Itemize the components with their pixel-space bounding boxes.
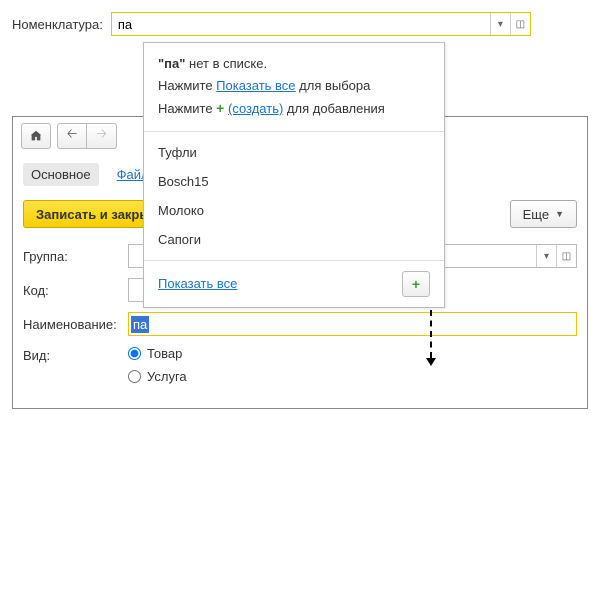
- kind-service-radio[interactable]: Услуга: [128, 369, 187, 384]
- show-all-link[interactable]: Показать все: [216, 78, 295, 93]
- kind-label: Вид:: [23, 346, 128, 363]
- chevron-down-icon: ▼: [555, 209, 564, 219]
- name-input[interactable]: па: [128, 312, 577, 336]
- nomenclature-field-row: Номенклатура: ▾ ◫: [12, 12, 588, 36]
- code-label: Код:: [23, 283, 128, 298]
- show-all-footer-link[interactable]: Показать все: [158, 276, 237, 291]
- dropdown-toggle-icon[interactable]: ▾: [490, 13, 510, 35]
- more-button[interactable]: Еще▼: [510, 200, 577, 228]
- open-dialog-icon[interactable]: ◫: [556, 245, 576, 267]
- name-label: Наименование:: [23, 317, 128, 332]
- list-item[interactable]: Туфли: [144, 138, 444, 167]
- list-item[interactable]: Сапоги: [144, 225, 444, 254]
- list-item[interactable]: Bosch15: [144, 167, 444, 196]
- group-label: Группа:: [23, 249, 128, 264]
- autocomplete-dropdown: "па" нет в списке. Нажмите Показать все …: [143, 42, 445, 308]
- dropdown-footer: Показать все +: [144, 260, 444, 307]
- kind-product-radio[interactable]: Товар: [128, 346, 187, 361]
- back-button[interactable]: 🡠: [57, 123, 87, 149]
- dropdown-list: Туфли Bosch15 Молоко Сапоги: [144, 132, 444, 260]
- home-icon: [29, 129, 43, 143]
- forward-button: 🡢: [87, 123, 117, 149]
- kind-radio-group: Товар Услуга: [128, 346, 187, 384]
- search-term: "па": [158, 56, 185, 71]
- dropdown-toggle-icon[interactable]: ▾: [536, 245, 556, 267]
- open-dialog-icon[interactable]: ◫: [510, 13, 530, 35]
- plus-icon: +: [216, 100, 224, 116]
- create-link[interactable]: (создать): [228, 101, 283, 116]
- nomenclature-input-combo[interactable]: ▾ ◫: [111, 12, 531, 36]
- add-button[interactable]: +: [402, 271, 430, 297]
- home-button[interactable]: [21, 123, 51, 149]
- tab-main[interactable]: Основное: [23, 163, 99, 186]
- nomenclature-label: Номенклатура:: [12, 17, 103, 32]
- nomenclature-input[interactable]: [112, 13, 490, 35]
- list-item[interactable]: Молоко: [144, 196, 444, 225]
- name-input-selection: па: [131, 316, 149, 333]
- dropdown-header: "па" нет в списке. Нажмите Показать все …: [144, 43, 444, 132]
